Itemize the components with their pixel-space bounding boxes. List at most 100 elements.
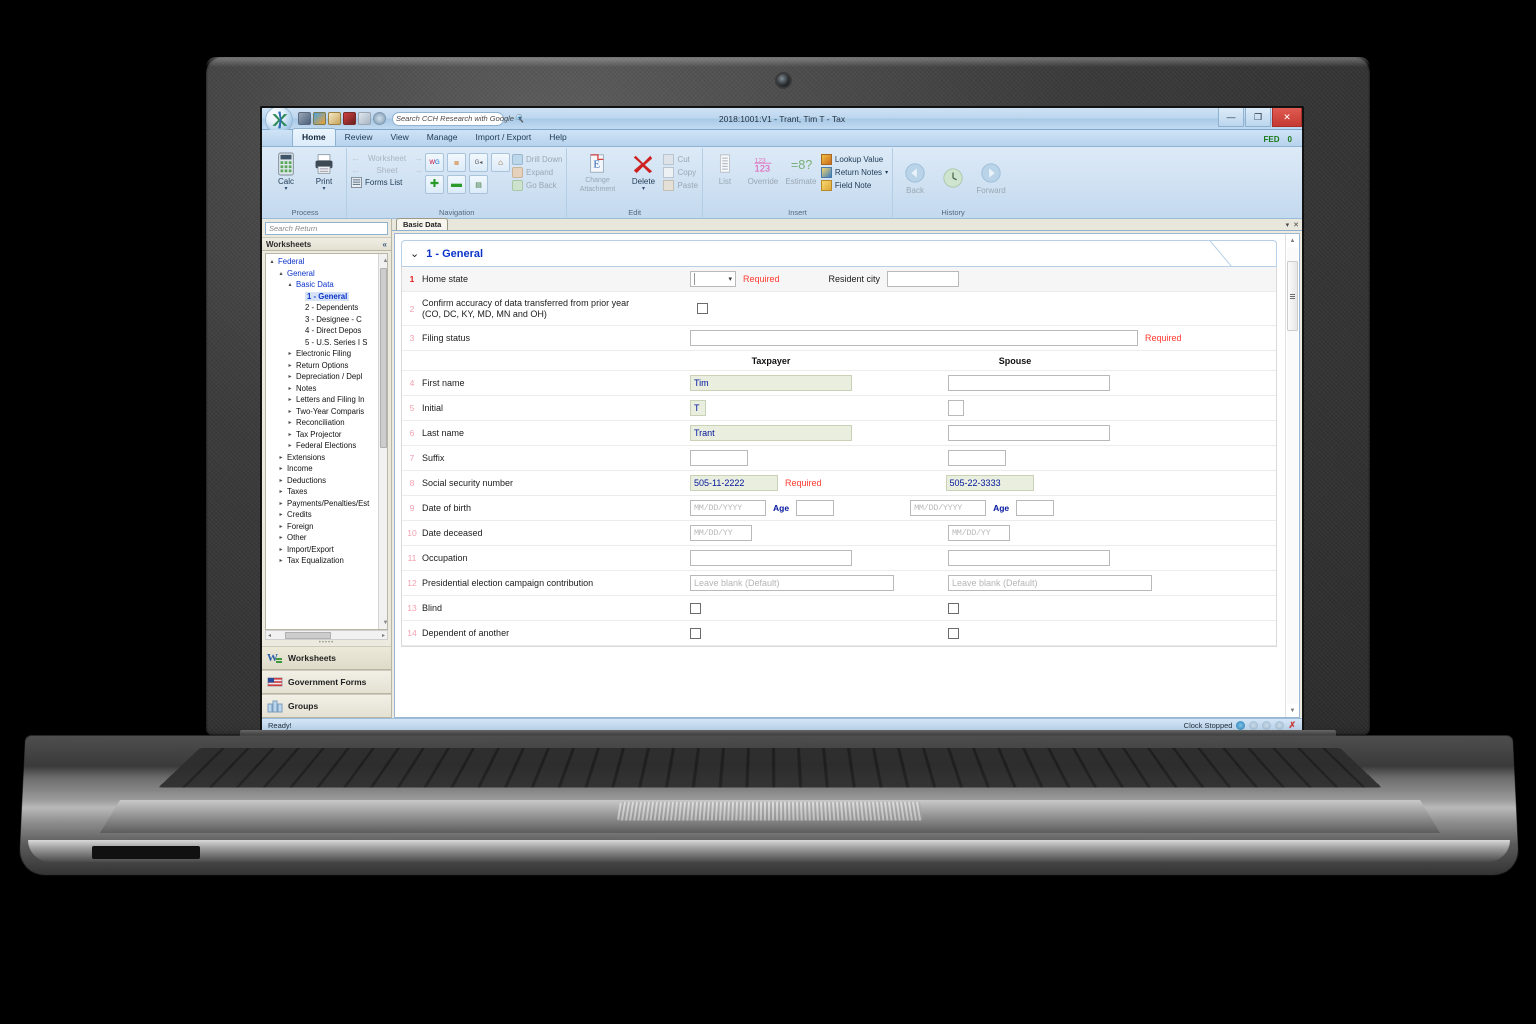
worksheet-tree[interactable]: ▴ Federal ▴ General ▴ Basic Data 1 - General 2 …	[265, 253, 388, 630]
taxpayer-presidential-contribution-input[interactable]: Leave blank (Default)	[690, 575, 894, 591]
tab-close-icon[interactable]: ✕	[1293, 221, 1299, 229]
arrow-right-icon[interactable]: →	[414, 153, 423, 163]
twisty-collapsed-icon[interactable]: ▸	[277, 534, 285, 541]
tree-item[interactable]: 3 - Designee - C	[268, 314, 387, 326]
tab-home[interactable]: Home	[292, 128, 336, 146]
tree-horizontal-scrollbar[interactable]: ◂ ▸	[265, 630, 388, 640]
sidebar-item-worksheets[interactable]: W Worksheets	[262, 646, 391, 670]
override-button[interactable]: 123 123 Override	[745, 150, 781, 186]
go-back-button[interactable]: Go Back	[512, 180, 562, 191]
taxpayer-first-name-input[interactable]: Tim	[690, 375, 852, 391]
twisty-collapsed-icon[interactable]: ▸	[277, 546, 285, 553]
collapse-left-icon[interactable]: «	[383, 240, 387, 249]
tree-item[interactable]: ▸ Other	[268, 532, 387, 544]
arrow-right-icon[interactable]: →	[414, 165, 423, 175]
forward-button[interactable]: Forward	[973, 159, 1009, 195]
home-state-select[interactable]: ▾	[690, 271, 736, 287]
twisty-collapsed-icon[interactable]: ▸	[286, 431, 294, 438]
tree-scroll-thumb[interactable]	[380, 268, 387, 448]
info-icon[interactable]	[1275, 721, 1285, 730]
home-icon[interactable]: ⌂	[491, 153, 510, 172]
spouse-social-security-number-input[interactable]: 505-22-3333	[945, 475, 1034, 491]
pause-icon[interactable]	[1249, 721, 1259, 730]
plus-icon[interactable]: ✚	[425, 175, 444, 194]
history-clock-button[interactable]	[935, 164, 971, 190]
filing-status-input[interactable]	[690, 330, 1138, 346]
tree-item[interactable]: ▸ Deductions	[268, 475, 387, 487]
tree-item[interactable]: ▸ Payments/Penalties/Est	[268, 498, 387, 510]
calc-dropdown-arrow[interactable]: ▾	[284, 186, 287, 192]
document-tab-basic-data[interactable]: Basic Data	[396, 218, 449, 230]
info-icon[interactable]	[373, 112, 386, 125]
paste-button[interactable]: Paste	[663, 180, 698, 191]
twisty-collapsed-icon[interactable]: ▸	[286, 419, 294, 426]
doc-scroll-thumb[interactable]	[1287, 261, 1298, 331]
sheet-stepper[interactable]: ← Sheet →	[351, 165, 423, 175]
tree-hscroll-thumb[interactable]	[285, 631, 332, 639]
doc-scroll-up-icon[interactable]: ▲	[1286, 234, 1299, 247]
twisty-expanded-icon[interactable]: ▴	[277, 270, 285, 277]
tree-item[interactable]: ▸ Notes	[268, 383, 387, 395]
scroll-up-icon[interactable]: ▲	[379, 254, 387, 267]
tree-item[interactable]: 4 - Direct Depos	[268, 325, 387, 337]
wg-icon[interactable]: WG	[425, 153, 444, 172]
taxpayer-date-deceased-input[interactable]: MM/DD/YY	[690, 525, 752, 541]
spouse-date-of-birth-input[interactable]: MM/DD/YYYY	[910, 500, 987, 516]
tree-item[interactable]: ▸ Import/Export	[268, 544, 387, 556]
tree-item[interactable]: ▸ Reconciliation	[268, 417, 387, 429]
sidebar-item-groups[interactable]: Groups	[262, 694, 391, 718]
tab-list-dropdown-icon[interactable]: ▾	[1286, 221, 1290, 229]
doc-scroll-track[interactable]	[1287, 247, 1298, 704]
outline-icon[interactable]: ≣	[447, 153, 466, 172]
twisty-expanded-icon[interactable]: ▴	[268, 258, 276, 265]
twisty-collapsed-icon[interactable]: ▸	[277, 488, 285, 495]
tree-item[interactable]: ▴ Basic Data	[268, 279, 387, 291]
tree-item[interactable]: ▸ Extensions	[268, 452, 387, 464]
taxpayer-dependent-of-another-checkbox[interactable]	[690, 627, 701, 639]
doc-scroll-down-icon[interactable]: ▼	[1286, 704, 1299, 717]
drill-down-button[interactable]: Drill Down	[512, 154, 562, 165]
taxpayer-date-of-birth-input[interactable]: MM/DD/YYYY	[690, 500, 766, 516]
tree-item[interactable]: 5 - U.S. Series I S	[268, 337, 387, 349]
scroll-left-icon[interactable]: ◂	[266, 632, 271, 639]
tree-item[interactable]: ▸ Tax Projector	[268, 429, 387, 441]
sidebar-item-government-forms[interactable]: Government Forms	[262, 670, 391, 694]
play-icon[interactable]	[1236, 721, 1246, 730]
spouse-suffix-input[interactable]	[948, 450, 1006, 466]
twisty-collapsed-icon[interactable]: ▸	[286, 373, 294, 380]
twisty-collapsed-icon[interactable]: ▸	[277, 454, 285, 461]
g-back-icon[interactable]: G◂	[469, 153, 488, 172]
tree-item[interactable]: ▸ Foreign	[268, 521, 387, 533]
tree-item[interactable]: ▴ General	[268, 268, 387, 280]
print-dropdown-arrow[interactable]: ▾	[322, 186, 325, 192]
qat-customize-icon[interactable]: ▾	[518, 114, 522, 123]
return-notes-button[interactable]: Return Notes ▾	[820, 167, 888, 178]
tree-item[interactable]: ▸ Credits	[268, 509, 387, 521]
cut-button[interactable]: Cut	[663, 154, 697, 165]
twisty-collapsed-icon[interactable]: ▸	[277, 500, 285, 507]
tree-item[interactable]: ▸ Two-Year Comparis	[268, 406, 387, 418]
spouse-blind-checkbox[interactable]	[948, 602, 959, 614]
calc-button[interactable]: Calc ▾	[268, 150, 304, 192]
worksheet-stepper[interactable]: ← Worksheet →	[351, 153, 423, 163]
estimate-button[interactable]: =8? Estimate	[783, 150, 819, 186]
scroll-right-icon[interactable]: ▸	[382, 632, 387, 639]
restore-button[interactable]: ❐	[1245, 108, 1271, 127]
twisty-collapsed-icon[interactable]: ▸	[277, 465, 285, 472]
taxpayer-last-name-input[interactable]: Trant	[690, 425, 852, 441]
twisty-collapsed-icon[interactable]: ▸	[277, 557, 285, 564]
forms-list-button[interactable]: Forms List	[351, 177, 423, 188]
twisty-collapsed-icon[interactable]: ▸	[277, 523, 285, 530]
twisty-collapsed-icon[interactable]: ▸	[286, 350, 294, 357]
tab-review[interactable]: Review	[336, 129, 382, 146]
sheet-icon[interactable]: ▤	[469, 175, 488, 194]
spouse-initial-input[interactable]	[948, 400, 964, 416]
taxpayer-suffix-input[interactable]	[690, 450, 748, 466]
tree-item[interactable]: ▸ Federal Elections	[268, 440, 387, 452]
tree-item[interactable]: 2 - Dependents	[268, 302, 387, 314]
delete-button[interactable]: Delete ▾	[625, 150, 661, 192]
tree-item[interactable]: ▸ Income	[268, 463, 387, 475]
spouse-presidential-contribution-input[interactable]: Leave blank (Default)	[948, 575, 1152, 591]
tree-item[interactable]: ▸ Return Options	[268, 360, 387, 372]
back-button[interactable]: Back	[897, 159, 933, 195]
